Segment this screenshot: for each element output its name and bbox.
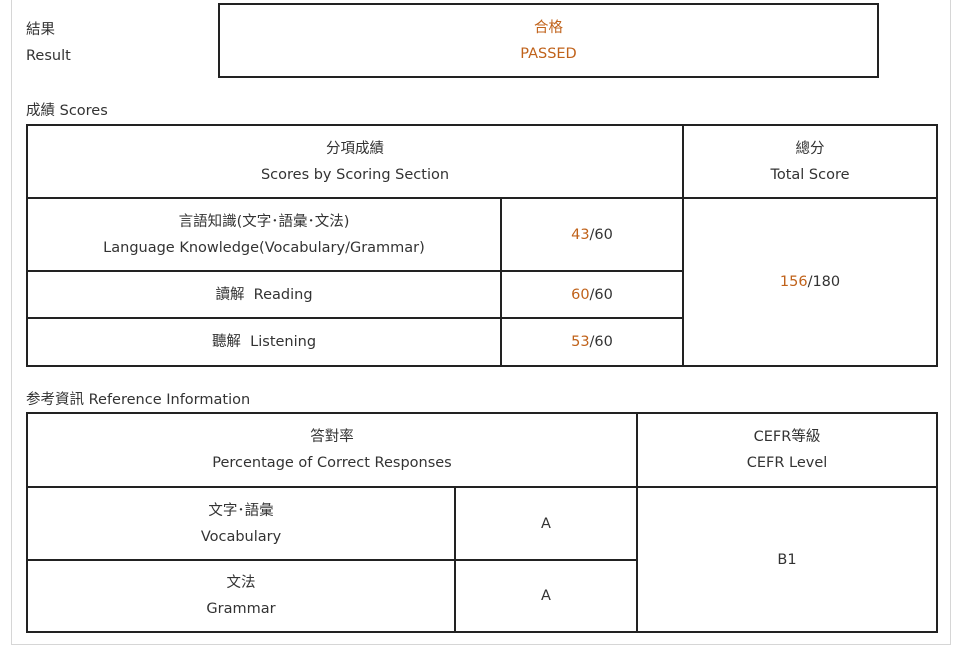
- section-scores-header-ja: 分項成績: [326, 140, 384, 157]
- result-label-ja: 結果: [26, 22, 55, 38]
- result-box: 合格 PASSED: [218, 3, 879, 78]
- vocabulary-grade-cell: A: [456, 488, 636, 559]
- score-row-listening-value: 53/60: [502, 319, 682, 365]
- total-score-header-ja: 總分: [795, 140, 825, 157]
- total-score-header-en: Total Score: [770, 166, 850, 183]
- pct-correct-header-en: Percentage of Correct Responses: [212, 455, 452, 471]
- grammar-label-ja: 文法: [226, 575, 256, 591]
- total-score: 156: [779, 274, 808, 290]
- listening-label: 聽解 Listening: [211, 334, 317, 350]
- reading-max: /60: [589, 286, 613, 303]
- vocabulary-label-ja: 文字･語彙: [208, 502, 274, 519]
- grammar-label: 文法 Grammar: [28, 561, 454, 631]
- total-score-header: 總分 Total Score: [684, 126, 936, 197]
- score-row-listening-label: 聽解 Listening: [28, 319, 500, 365]
- scores-table: 分項成績 Scores by Scoring Section 總分 Total …: [26, 124, 938, 367]
- cefr-header: CEFR等級 CEFR Level: [638, 414, 936, 486]
- cefr-header-ja: CEFR等級: [753, 429, 821, 445]
- section-scores-header: 分項成績 Scores by Scoring Section: [28, 126, 682, 197]
- grammar-label-en: Grammar: [206, 601, 276, 617]
- listening-max: /60: [589, 334, 613, 350]
- language-knowledge-label-en: Language Knowledge(Vocabulary/Grammar): [103, 239, 425, 256]
- language-knowledge-label-ja: 言語知識(文字･語彙･文法): [178, 213, 350, 230]
- pct-correct-header: 答對率 Percentage of Correct Responses: [28, 414, 636, 486]
- cefr-header-en: CEFR Level: [746, 455, 828, 471]
- grammar-grade: A: [541, 588, 551, 604]
- result-value-en: PASSED: [520, 45, 577, 62]
- vocabulary-label-en: Vocabulary: [200, 528, 282, 545]
- total-score-cell: 156/180: [684, 199, 936, 365]
- vocabulary-label: 文字･語彙 Vocabulary: [28, 488, 454, 559]
- cefr-level: B1: [777, 551, 797, 568]
- reading-label: 讀解 Reading: [215, 286, 313, 303]
- language-knowledge-max: /60: [589, 226, 613, 243]
- score-row-language-label: 言語知識(文字･語彙･文法) Language Knowledge(Vocabu…: [28, 199, 500, 270]
- reference-title: 参考資訊 Reference Information: [26, 392, 251, 408]
- listening-score: 53: [571, 334, 590, 350]
- cefr-level-cell: B1: [638, 488, 936, 631]
- score-row-language-value: 43/60: [502, 199, 682, 270]
- result-value-ja: 合格: [534, 19, 563, 36]
- section-scores-header-en: Scores by Scoring Section: [260, 166, 450, 183]
- score-row-reading-value: 60/60: [502, 272, 682, 317]
- score-row-reading-label: 讀解 Reading: [28, 272, 500, 317]
- vocabulary-grade: A: [541, 515, 551, 532]
- grammar-grade-cell: A: [456, 561, 636, 631]
- language-knowledge-score: 43: [571, 226, 590, 243]
- total-score-max: /180: [807, 274, 841, 290]
- scores-title: 成績 Scores: [26, 103, 108, 119]
- reading-score: 60: [571, 286, 590, 303]
- reference-table: 答對率 Percentage of Correct Responses CEFR…: [26, 412, 938, 633]
- pct-correct-header-ja: 答對率: [310, 429, 354, 445]
- result-label-en: Result: [26, 48, 71, 64]
- result-label: 結果 Result: [26, 17, 71, 69]
